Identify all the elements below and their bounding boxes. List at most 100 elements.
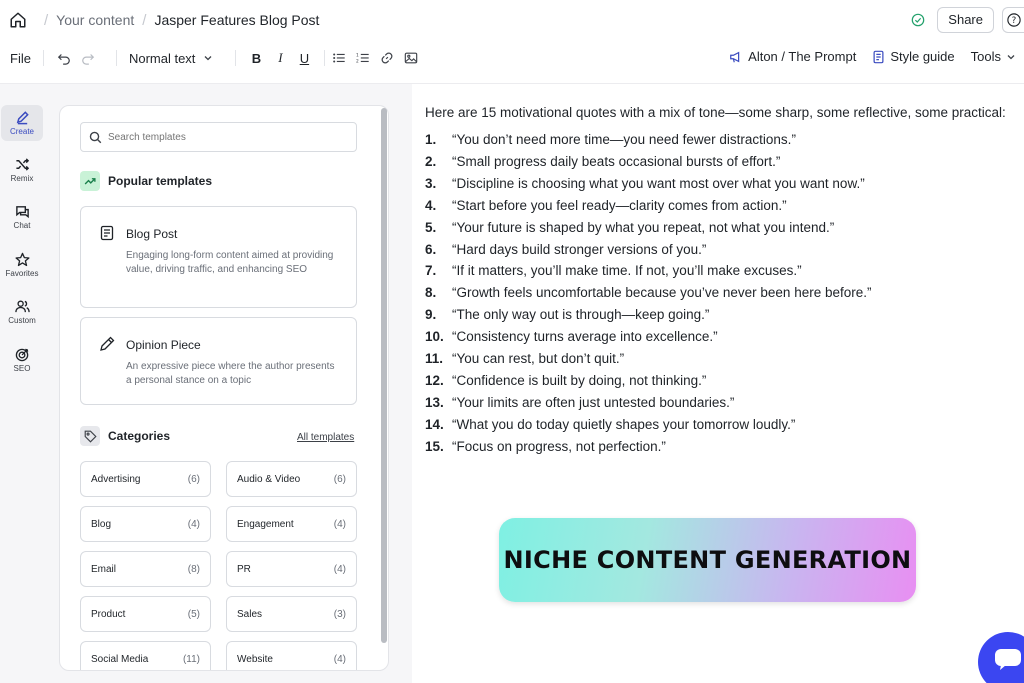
quote-number: 9.: [425, 307, 437, 323]
quote-item: 4. “Start before you feel ready—clarity c…: [425, 195, 1015, 217]
category-website[interactable]: Website (4): [226, 641, 357, 670]
category-name: Engagement: [237, 518, 294, 530]
template-title: Opinion Piece: [126, 338, 201, 352]
pen-icon: [16, 111, 29, 125]
all-templates-link[interactable]: All templates: [297, 432, 354, 443]
quote-number: 7.: [425, 263, 437, 279]
numbered-list-icon[interactable]: 12: [355, 50, 371, 66]
quote-item: 11. “You can rest, but don’t quit.”: [425, 348, 1015, 370]
quote-text: “Growth feels uncomfortable because you’…: [452, 285, 872, 301]
file-menu[interactable]: File: [10, 51, 31, 66]
italic-icon[interactable]: I: [272, 50, 288, 66]
chat-support-button[interactable]: [978, 632, 1024, 683]
sidebar-scrollbar[interactable]: [381, 108, 387, 643]
tools-menu[interactable]: Tools: [971, 49, 1016, 64]
template-card-opinion-piece[interactable]: Opinion Piece An expressive piece where …: [80, 317, 357, 405]
quote-number: 1.: [425, 132, 437, 147]
quote-text: “Your future is shaped by what you repea…: [452, 219, 835, 235]
quote-item: 5. “Your future is shaped by what you rep…: [425, 217, 1015, 239]
rail-item-remix[interactable]: Remix: [1, 152, 43, 188]
quote-text: “Your limits are often just untested bou…: [452, 394, 735, 410]
quote-item: 3. “Discipline is choosing what you want …: [425, 173, 1015, 195]
document-icon: [100, 225, 114, 241]
document-title[interactable]: Jasper Features Blog Post: [154, 12, 319, 28]
quote-number: 14.: [425, 416, 444, 432]
rail-label-seo: SEO: [13, 364, 31, 373]
template-search[interactable]: [80, 122, 357, 152]
breadcrumb-your-content[interactable]: Your content: [56, 12, 134, 28]
toolbar-divider: [115, 50, 117, 66]
quote-number: 4.: [425, 197, 437, 213]
quote-item: 1. “You don’t need more time—you need few…: [425, 129, 1015, 151]
category-social-media[interactable]: Social Media (11): [80, 641, 211, 670]
rail-label-favorites: Favorites: [5, 269, 39, 278]
quote-number: 2.: [425, 153, 437, 169]
pencil-icon: [100, 336, 115, 351]
quote-text: “You don’t need more time—you need fewer…: [452, 132, 796, 147]
quote-number: 6.: [425, 241, 437, 257]
category-count: (4): [333, 653, 346, 665]
category-name: Blog: [91, 518, 112, 530]
undo-icon[interactable]: [56, 50, 72, 66]
category-engagement[interactable]: Engagement (4): [226, 506, 357, 542]
category-name: Email: [91, 563, 117, 575]
category-pr[interactable]: PR (4): [226, 551, 357, 587]
redo-icon[interactable]: [80, 50, 96, 66]
quote-text: “Start before you feel ready—clarity com…: [452, 197, 787, 213]
chevron-down-icon: [1007, 54, 1015, 59]
rail-item-custom[interactable]: Custom: [1, 294, 43, 330]
rail-item-create[interactable]: Create: [1, 105, 43, 141]
rail-item-favorites[interactable]: Favorites: [1, 247, 43, 283]
link-icon[interactable]: [379, 50, 395, 66]
text-style-dropdown[interactable]: Normal text: [129, 51, 213, 66]
category-blog[interactable]: Blog (4): [80, 506, 211, 542]
search-icon: [89, 131, 102, 143]
category-sales[interactable]: Sales (3): [226, 596, 357, 632]
template-card-blog-post[interactable]: Blog Post Engaging long-form content aim…: [80, 206, 357, 308]
image-icon[interactable]: [403, 50, 419, 66]
users-icon: [14, 300, 30, 313]
chevron-down-icon: [204, 56, 212, 61]
bullet-list-icon[interactable]: [331, 50, 347, 66]
category-count: (6): [333, 473, 346, 485]
category-name: Social Media: [91, 653, 149, 665]
rail-item-chat[interactable]: Chat: [1, 199, 43, 235]
quote-item: 13. “Your limits are often just untested …: [425, 392, 1015, 414]
category-count: (4): [187, 518, 200, 530]
rail-item-seo[interactable]: SEO: [1, 342, 43, 378]
template-description: Engaging long-form content aimed at prov…: [126, 250, 334, 275]
document-editor[interactable]: Here are 15 motivational quotes with a m…: [425, 103, 1015, 458]
quote-text: “Discipline is choosing what you want mo…: [452, 175, 865, 191]
top-bar: / Your content / Jasper Features Blog Po…: [0, 0, 1024, 40]
quote-item: 8. “Growth feels uncomfortable because yo…: [425, 282, 1015, 304]
banner-text: NICHE CONTENT GENERATION: [503, 546, 912, 574]
quote-list: 1. “You don’t need more time—you need few…: [425, 129, 1015, 458]
category-audio-video[interactable]: Audio & Video (6): [226, 461, 357, 497]
toolbar-divider: [42, 50, 44, 66]
help-icon[interactable]: ?: [1002, 7, 1024, 33]
templates-sidebar: Popular templates Blog Post Engaging lon…: [44, 84, 412, 683]
style-guide-button[interactable]: Style guide: [872, 49, 955, 64]
category-product[interactable]: Product (5): [80, 596, 211, 632]
quote-item: 14. “What you do today quietly shapes you…: [425, 414, 1015, 436]
share-button[interactable]: Share: [937, 7, 994, 33]
intro-paragraph: Here are 15 motivational quotes with a m…: [425, 105, 1006, 120]
popular-templates-heading: Popular templates: [80, 171, 212, 191]
bold-icon[interactable]: B: [248, 50, 264, 66]
chat-bubble-icon: [995, 649, 1021, 670]
tag-icon: [80, 426, 100, 446]
underline-icon[interactable]: U: [296, 50, 312, 66]
search-input[interactable]: [108, 131, 328, 143]
quote-text: “If it matters, you’ll make time. If not…: [452, 263, 802, 279]
home-icon[interactable]: [8, 10, 28, 30]
quote-item: 12. “Confidence is built by doing, not th…: [425, 370, 1015, 392]
trending-icon: [80, 171, 100, 191]
megaphone-icon: [730, 51, 740, 62]
niche-content-banner: NICHE CONTENT GENERATION: [499, 518, 916, 602]
svg-text:?: ?: [1011, 16, 1016, 26]
category-email[interactable]: Email (8): [80, 551, 211, 587]
category-advertising[interactable]: Advertising (6): [80, 461, 211, 497]
workspace-selector[interactable]: Alton / The Prompt: [729, 49, 856, 64]
quote-item: 9. “The only way out is through—keep goin…: [425, 304, 1015, 326]
rail-label-create: Create: [9, 127, 34, 136]
